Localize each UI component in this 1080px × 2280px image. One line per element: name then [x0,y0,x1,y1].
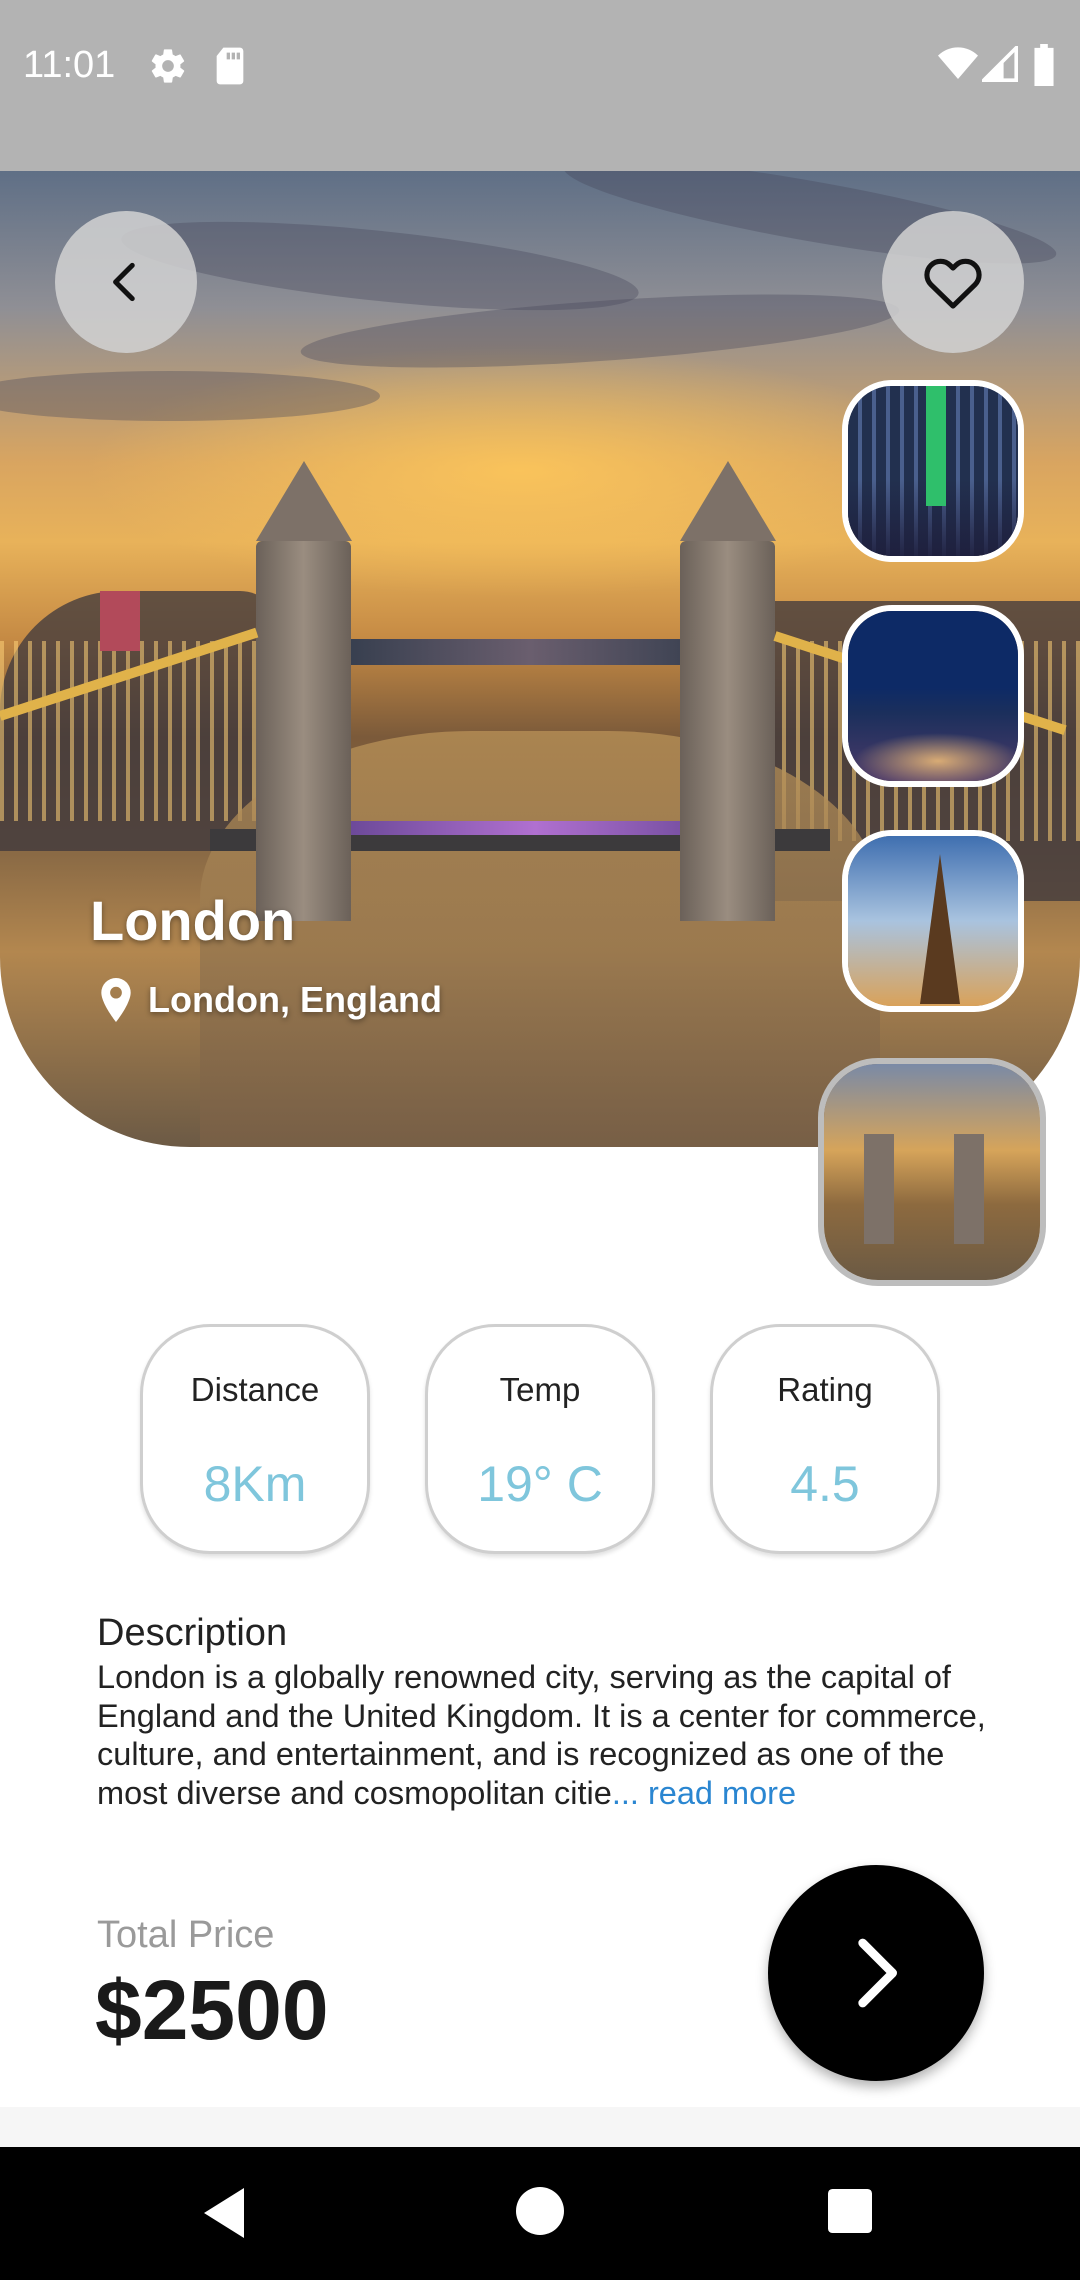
wifi-icon [938,47,978,79]
sd-card-icon [216,47,244,85]
chevron-right-icon [858,1938,897,2008]
description-body: London is a globally renowned city, serv… [97,1659,986,1811]
stat-temp: Temp 19° C [425,1324,655,1554]
stat-value: 4.5 [790,1456,860,1512]
battery-icon [1034,44,1054,86]
stat-label: Distance [190,1371,320,1408]
thumbnail-new-york[interactable] [842,380,1024,562]
nav-home-icon[interactable] [516,2187,564,2235]
place-location-text: London, England [148,979,442,1020]
back-icon [113,262,135,302]
location-pin-icon [101,978,131,1022]
navigation-bar [0,2147,1080,2280]
signal-icon [982,46,1018,82]
heart-icon [924,258,982,309]
place-title: London [90,889,296,952]
status-bar: 11:01 [0,0,1080,171]
stat-value: 19° C [477,1456,603,1512]
thumbnail-image [824,1064,1040,1280]
back-button[interactable] [55,211,197,353]
place-location: London, England [98,978,442,1022]
description-text: London is a globally renowned city, serv… [97,1658,997,1812]
stat-rating: Rating 4.5 [710,1324,940,1554]
stat-label: Temp [499,1371,581,1408]
stat-value: 8Km [203,1456,307,1512]
bottom-strip [0,2107,1080,2147]
nav-back-icon[interactable] [198,2183,250,2243]
favorite-button[interactable] [882,211,1024,353]
thumbnail-eiffel-tower[interactable] [842,830,1024,1012]
stat-distance: Distance 8Km [140,1324,370,1554]
screen: 11:01 London London, England Distance 8K… [0,0,1080,2280]
thumbnail-image [848,611,1018,781]
nav-recents-icon[interactable] [828,2189,872,2233]
thumbnail-image [848,386,1018,556]
status-time: 11:01 [23,44,116,86]
thumbnail-city-night[interactable] [842,605,1024,787]
stat-label: Rating [777,1371,873,1408]
read-more-link[interactable]: ... read more [612,1775,796,1811]
settings-icon [151,49,185,83]
thumbnail-image [848,836,1018,1006]
thumbnail-tower-bridge[interactable] [818,1058,1046,1286]
total-price-value: $2500 [95,1963,329,2057]
next-button[interactable] [768,1865,984,2081]
description-title: Description [97,1612,288,1654]
total-price-label: Total Price [97,1914,275,1956]
